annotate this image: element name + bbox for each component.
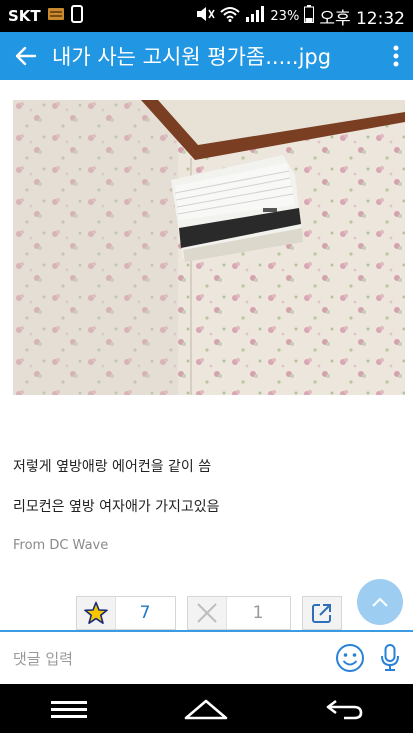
post-text-line-2: 리모컨은 옆방 여자애가 가지고있음 — [13, 499, 220, 515]
comment-bar: 댓글 입력 — [0, 630, 413, 684]
x-icon — [188, 597, 227, 629]
battery-percent: 23% — [270, 8, 300, 24]
dislike-button[interactable]: 1 — [187, 596, 291, 630]
clock: 오후 12:32 — [319, 8, 405, 29]
system-nav-bar — [0, 684, 413, 733]
back-nav-button[interactable] — [314, 689, 374, 729]
like-button[interactable]: 7 — [76, 596, 176, 630]
wifi-icon — [220, 6, 241, 26]
page-title: 내가 사는 고시원 평가좀.....jpg — [52, 45, 332, 69]
overflow-menu-button[interactable] — [379, 32, 413, 80]
home-icon — [185, 699, 228, 719]
share-button[interactable] — [302, 596, 342, 630]
star-icon — [77, 597, 116, 629]
post-text-line-1: 저렇게 옆방애랑 에어컨을 같이 씀 — [13, 459, 212, 475]
comment-input[interactable]: 댓글 입력 — [13, 648, 73, 669]
signal-icon — [245, 6, 265, 26]
mic-icon — [381, 644, 399, 671]
like-count: 7 — [139, 603, 151, 623]
menu-nav-button[interactable] — [39, 689, 99, 729]
emoji-button[interactable] — [335, 643, 365, 677]
volume-mute-icon — [195, 6, 216, 26]
notification-image-icon — [47, 7, 65, 25]
carrier-label: SKT — [8, 7, 41, 25]
status-bar: SKT 23% 오후 12:32 — [0, 0, 413, 32]
home-nav-button[interactable] — [176, 689, 236, 729]
dislike-count: 1 — [252, 603, 264, 623]
battery-icon — [304, 5, 315, 27]
post-source: From DC Wave — [13, 538, 109, 553]
back-arrow-icon — [326, 699, 363, 719]
mic-button[interactable] — [380, 643, 400, 677]
app-bar: 내가 사는 고시원 평가좀.....jpg — [0, 32, 413, 80]
more-vert-icon — [393, 45, 399, 67]
chevron-up-icon — [372, 597, 388, 607]
arrow-left-icon — [15, 46, 37, 66]
post-image[interactable] — [13, 100, 405, 395]
scroll-top-button[interactable] — [357, 579, 403, 625]
phone-icon — [70, 5, 83, 27]
hamburger-icon — [50, 700, 87, 718]
emoji-icon — [336, 644, 364, 672]
share-icon — [312, 604, 331, 623]
back-button[interactable] — [0, 32, 52, 80]
